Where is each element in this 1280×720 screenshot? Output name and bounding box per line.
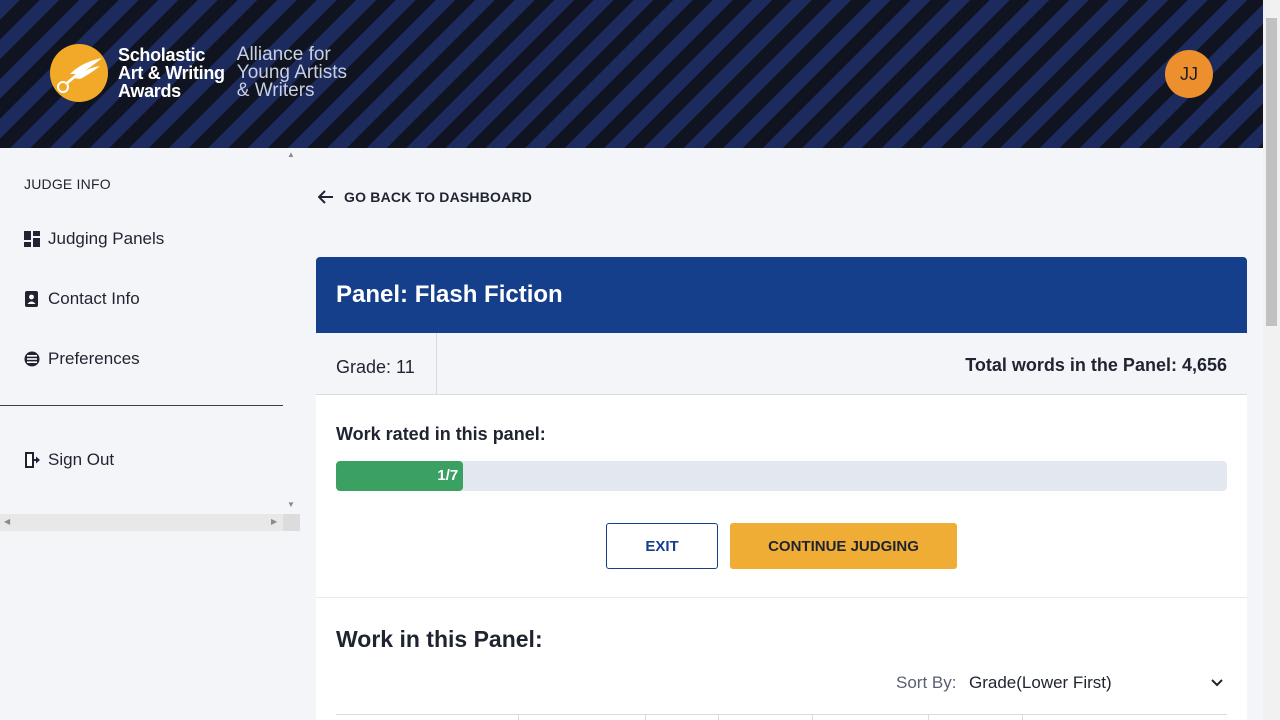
table-column-divider xyxy=(645,715,646,720)
page-scrollbar-thumb[interactable] xyxy=(1266,18,1277,326)
work-table-header xyxy=(336,714,1227,720)
sidebar-item-contact-info[interactable]: Contact Info xyxy=(24,289,140,309)
card-divider xyxy=(316,597,1247,598)
sign-out-icon xyxy=(24,452,40,468)
panel-title: Panel: Flash Fiction xyxy=(316,257,1247,333)
continue-judging-button[interactable]: CONTINUE JUDGING xyxy=(730,523,957,569)
logo-wordmark: Scholastic Art & Writing Awards xyxy=(118,46,225,100)
sidebar-scrollbar[interactable]: ▲ ▼ xyxy=(283,148,300,514)
scroll-up-arrow-icon[interactable]: ▲ xyxy=(287,150,295,159)
logo-sub-line: & Writers xyxy=(236,80,315,101)
table-column-divider xyxy=(518,715,519,720)
user-avatar[interactable]: JJ xyxy=(1165,50,1213,98)
back-label: GO BACK TO DASHBOARD xyxy=(344,189,533,205)
table-column-divider xyxy=(1022,715,1023,720)
sidebar-item-preferences[interactable]: Preferences xyxy=(24,349,140,369)
sidebar-nav: JUDGE INFO Judging Panels Contact Info P… xyxy=(0,148,283,514)
work-rated-label: Work rated in this panel: xyxy=(336,424,546,444)
sort-by-select[interactable]: Grade(Lower First) xyxy=(969,670,1227,696)
preferences-icon xyxy=(24,351,40,367)
chevron-down-icon xyxy=(1211,679,1223,687)
sidebar-horizontal-scrollbar[interactable]: ◀ ▶ xyxy=(0,514,283,531)
scrollbar-corner xyxy=(283,514,300,531)
sidebar-item-label: Judging Panels xyxy=(48,229,165,248)
sign-out-button[interactable]: Sign Out xyxy=(24,450,114,470)
scholastic-logo[interactable]: Scholastic Art & Writing Awards Alliance… xyxy=(50,44,347,102)
sidebar-item-judging-panels[interactable]: Judging Panels xyxy=(24,229,164,249)
sidebar-heading: JUDGE INFO xyxy=(24,176,111,192)
sort-by-label: Sort By: xyxy=(896,673,957,692)
panel-info-row: Grade: 11 Total words in the Panel: 4,65… xyxy=(316,333,1247,395)
page-scrollbar[interactable] xyxy=(1263,0,1280,720)
table-column-divider xyxy=(718,715,719,720)
sidebar-item-label: Contact Info xyxy=(48,289,140,308)
panel-card: Panel: Flash Fiction Grade: 11 Total wor… xyxy=(316,257,1247,720)
rating-progress-bar: 1/7 xyxy=(336,461,1227,491)
logo-line: Awards xyxy=(118,81,181,101)
arrow-left-icon xyxy=(318,190,333,204)
sidebar-divider xyxy=(0,405,283,406)
sidebar-item-label: Preferences xyxy=(48,349,140,368)
logo-line: Art & Writing xyxy=(118,63,225,83)
scroll-left-arrow-icon[interactable]: ◀ xyxy=(4,517,10,526)
dashboard-icon xyxy=(24,231,40,247)
sort-by-value: Grade(Lower First) xyxy=(969,673,1112,692)
quill-logo-icon xyxy=(50,44,108,102)
sidebar: JUDGE INFO Judging Panels Contact Info P… xyxy=(0,148,300,720)
site-header: Scholastic Art & Writing Awards Alliance… xyxy=(0,0,1263,148)
back-to-dashboard-link[interactable]: GO BACK TO DASHBOARD xyxy=(318,189,532,205)
work-in-panel-heading: Work in this Panel: xyxy=(336,626,543,652)
exit-button[interactable]: EXIT xyxy=(606,523,718,569)
logo-line: Scholastic xyxy=(118,45,206,65)
scroll-right-arrow-icon[interactable]: ▶ xyxy=(271,517,277,526)
scroll-down-arrow-icon[interactable]: ▼ xyxy=(287,500,295,509)
table-column-divider xyxy=(928,715,929,720)
logo-subtitle: Alliance for Young Artists & Writers xyxy=(236,45,347,101)
rating-progress-fill: 1/7 xyxy=(336,461,464,491)
panel-grade: Grade: 11 xyxy=(316,333,437,394)
panel-total-words: Total words in the Panel: 4,656 xyxy=(965,355,1227,375)
contact-book-icon xyxy=(24,291,40,307)
sign-out-label: Sign Out xyxy=(48,450,115,469)
table-column-divider xyxy=(812,715,813,720)
